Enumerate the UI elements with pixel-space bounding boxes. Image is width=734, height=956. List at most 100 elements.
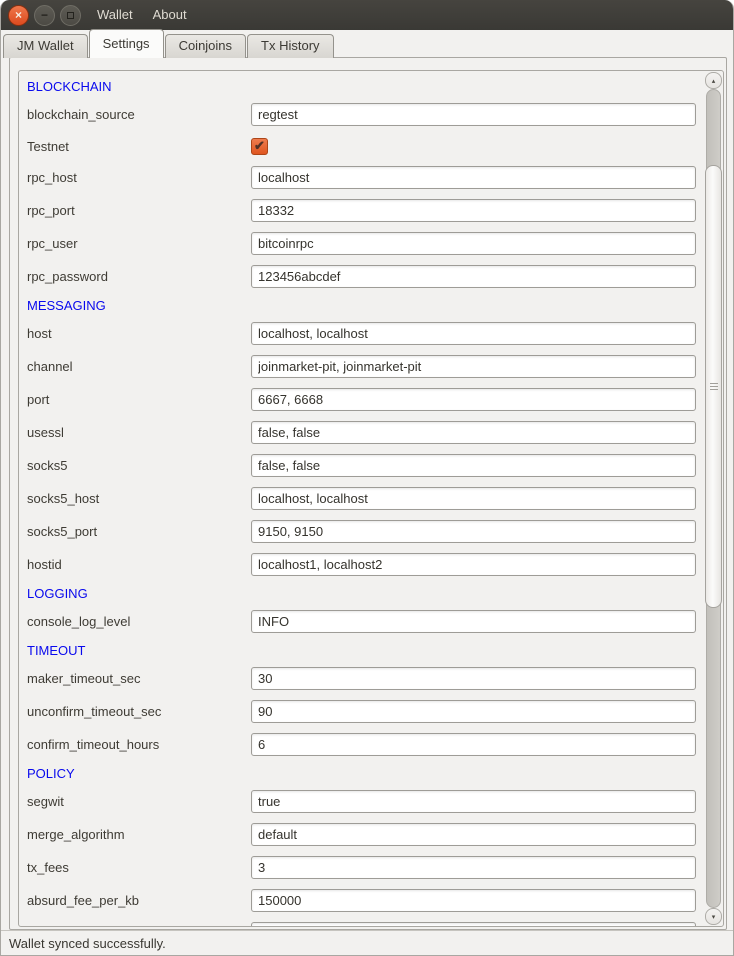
field-label-testnet: Testnet xyxy=(27,139,251,154)
status-message: Wallet synced successfully. xyxy=(9,936,166,951)
settings-tab-pane: BLOCKCHAIN blockchain_source Testnet✔ rpc_h… xyxy=(9,57,727,930)
field-label-confirm_timeout_hours: confirm_timeout_hours xyxy=(27,737,251,752)
field-label-socks5_port: socks5_port xyxy=(27,524,251,539)
section-title: POLICY xyxy=(27,766,75,781)
field-label-unconfirm_timeout_sec: unconfirm_timeout_sec xyxy=(27,704,251,719)
tab-coinjoins[interactable]: Coinjoins xyxy=(165,34,246,58)
field-label-usessl: usessl xyxy=(27,425,251,440)
titlebar: × − WalletAbout xyxy=(1,0,733,30)
scrollbar-grip-icon xyxy=(710,383,718,391)
segwit-input[interactable] xyxy=(251,790,696,813)
field-label-merge_algorithm: merge_algorithm xyxy=(27,827,251,842)
maker_timeout_sec-input[interactable] xyxy=(251,667,696,690)
section-title: TIMEOUT xyxy=(27,643,86,658)
tab-settings[interactable]: Settings xyxy=(89,29,164,58)
field-label-absurd_fee_per_kb: absurd_fee_per_kb xyxy=(27,893,251,908)
host-input[interactable] xyxy=(251,322,696,345)
field-row: confirm_timeout_hours xyxy=(19,728,704,761)
maximize-icon[interactable] xyxy=(60,5,81,26)
checkmark-icon: ✔ xyxy=(254,139,265,152)
section-header-blockchain: BLOCKCHAIN xyxy=(19,74,704,98)
field-label-rpc_host: rpc_host xyxy=(27,170,251,185)
field-row: socks5_port xyxy=(19,515,704,548)
minimize-icon[interactable]: − xyxy=(34,5,55,26)
channel-input[interactable] xyxy=(251,355,696,378)
testnet-checkbox[interactable]: ✔ xyxy=(251,138,268,155)
tab-jm-wallet[interactable]: JM Wallet xyxy=(3,34,88,58)
field-label-console_log_level: console_log_level xyxy=(27,614,251,629)
rpc_port-input[interactable] xyxy=(251,199,696,222)
field-row: unconfirm_timeout_sec xyxy=(19,695,704,728)
socks5_host-input[interactable] xyxy=(251,487,696,510)
status-bar: Wallet synced successfully. xyxy=(1,930,733,955)
section-header-policy: POLICY xyxy=(19,761,704,785)
field-label-port: port xyxy=(27,392,251,407)
field-row: maker_timeout_sec xyxy=(19,662,704,695)
settings-form: BLOCKCHAIN blockchain_source Testnet✔ rpc_h… xyxy=(19,71,704,926)
section-header-timeout: TIMEOUT xyxy=(19,638,704,662)
field-row: Testnet✔ xyxy=(19,131,704,161)
field-row: absurd_fee_per_kb xyxy=(19,884,704,917)
settings-scroll-area: BLOCKCHAIN blockchain_source Testnet✔ rpc_h… xyxy=(18,70,724,927)
field-label-rpc_user: rpc_user xyxy=(27,236,251,251)
section-header-messaging: MESSAGING xyxy=(19,293,704,317)
field-row: socks5 xyxy=(19,449,704,482)
tx_fees-input[interactable] xyxy=(251,856,696,879)
field-label-tx_fees: tx_fees xyxy=(27,860,251,875)
field-label-rpc_password: rpc_password xyxy=(27,269,251,284)
socks5_port-input[interactable] xyxy=(251,520,696,543)
field-row-partial xyxy=(19,917,704,926)
field-row: rpc_password xyxy=(19,260,704,293)
field-row: console_log_level xyxy=(19,605,704,638)
rpc_user-input[interactable] xyxy=(251,232,696,255)
absurd_fee_per_kb-input[interactable] xyxy=(251,889,696,912)
field-label-rpc_port: rpc_port xyxy=(27,203,251,218)
field-label-socks5_host: socks5_host xyxy=(27,491,251,506)
field-row: usessl xyxy=(19,416,704,449)
rpc_password-input[interactable] xyxy=(251,265,696,288)
field-label-socks5: socks5 xyxy=(27,458,251,473)
field-row: rpc_user xyxy=(19,227,704,260)
usessl-input[interactable] xyxy=(251,421,696,444)
partial-field-input[interactable] xyxy=(251,922,696,926)
section-title: LOGGING xyxy=(27,586,88,601)
field-row: rpc_host xyxy=(19,161,704,194)
socks5-input[interactable] xyxy=(251,454,696,477)
field-row: port xyxy=(19,383,704,416)
confirm_timeout_hours-input[interactable] xyxy=(251,733,696,756)
blockchain_source-input[interactable] xyxy=(251,103,696,126)
field-row: socks5_host xyxy=(19,482,704,515)
field-label-segwit: segwit xyxy=(27,794,251,809)
section-title: BLOCKCHAIN xyxy=(27,79,112,94)
scroll-up-arrow-icon[interactable]: ▴ xyxy=(705,72,722,89)
field-row: merge_algorithm xyxy=(19,818,704,851)
app-window: × − WalletAbout JM WalletSettingsCoinjoi… xyxy=(0,0,734,956)
rpc_host-input[interactable] xyxy=(251,166,696,189)
console_log_level-input[interactable] xyxy=(251,610,696,633)
scrollbar-thumb[interactable] xyxy=(705,165,722,608)
field-label-host: host xyxy=(27,326,251,341)
field-row: host xyxy=(19,317,704,350)
scroll-down-arrow-icon[interactable]: ▾ xyxy=(705,908,722,925)
hostid-input[interactable] xyxy=(251,553,696,576)
field-row: blockchain_source xyxy=(19,98,704,131)
port-input[interactable] xyxy=(251,388,696,411)
tab-bar: JM WalletSettingsCoinjoinsTx History xyxy=(1,29,733,58)
unconfirm_timeout_sec-input[interactable] xyxy=(251,700,696,723)
field-row: hostid xyxy=(19,548,704,581)
menu-wallet[interactable]: Wallet xyxy=(87,0,143,30)
field-row: tx_fees xyxy=(19,851,704,884)
field-row: rpc_port xyxy=(19,194,704,227)
field-row: segwit xyxy=(19,785,704,818)
field-label-blockchain_source: blockchain_source xyxy=(27,107,251,122)
menubar: WalletAbout xyxy=(87,0,197,30)
field-label-maker_timeout_sec: maker_timeout_sec xyxy=(27,671,251,686)
menu-about[interactable]: About xyxy=(143,0,197,30)
close-icon[interactable]: × xyxy=(8,5,29,26)
merge_algorithm-input[interactable] xyxy=(251,823,696,846)
field-label-hostid: hostid xyxy=(27,557,251,572)
section-title: MESSAGING xyxy=(27,298,106,313)
field-row: channel xyxy=(19,350,704,383)
tab-tx-history[interactable]: Tx History xyxy=(247,34,334,58)
vertical-scrollbar[interactable]: ▴ ▾ xyxy=(704,71,723,926)
